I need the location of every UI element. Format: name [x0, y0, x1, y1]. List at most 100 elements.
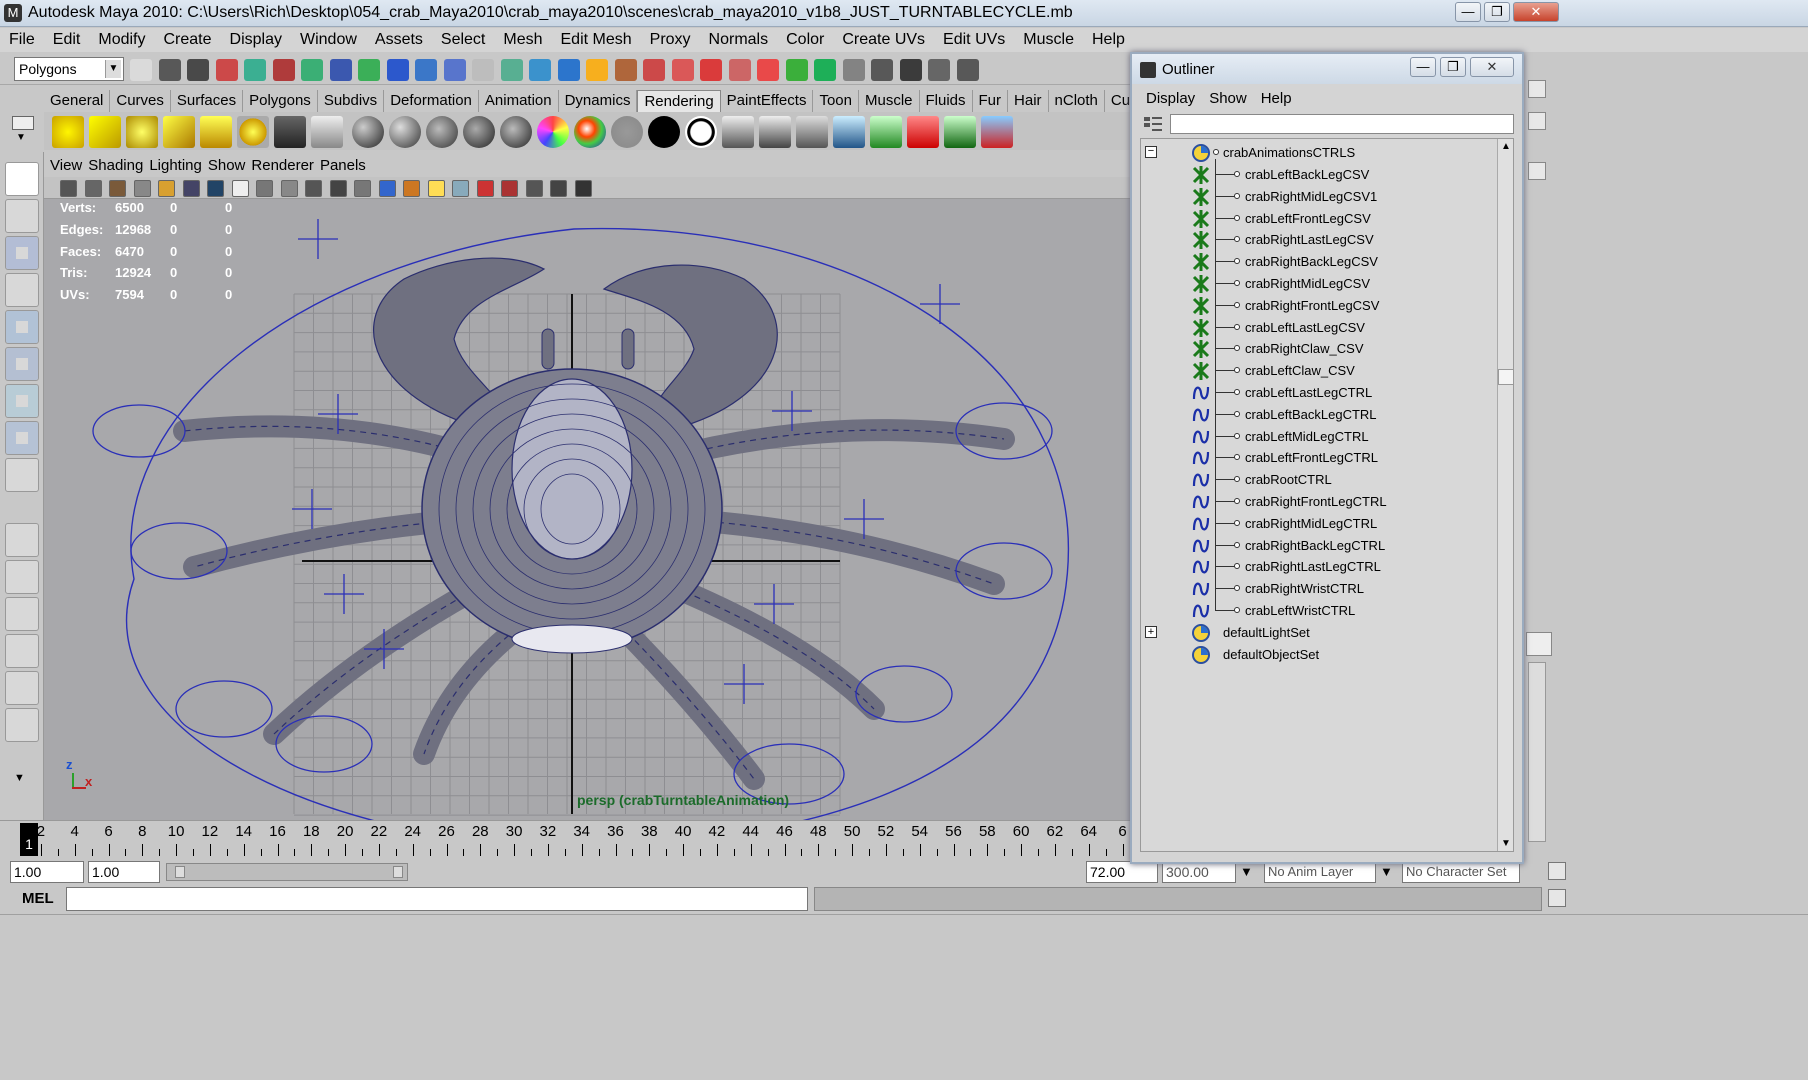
crab-leg-mesh[interactable] [663, 508, 1005, 595]
single-pane-layout-icon[interactable] [5, 523, 39, 557]
panel-menu-panels[interactable]: Panels [320, 155, 366, 176]
menu-file[interactable]: File [0, 28, 44, 52]
anisotropic-sphere-icon[interactable] [500, 116, 532, 148]
directional-light-icon[interactable] [89, 116, 121, 148]
panel-tool-icon[interactable] [158, 180, 175, 197]
mel-label[interactable]: MEL [22, 890, 54, 907]
status-tool-icon[interactable] [187, 59, 209, 81]
status-tool-icon[interactable] [244, 59, 266, 81]
scroll-down-icon[interactable]: ▼ [1501, 838, 1511, 849]
menu-select[interactable]: Select [432, 28, 494, 52]
hypershade-icon[interactable] [833, 116, 865, 148]
status-tool-icon[interactable] [443, 59, 466, 81]
outliner-item[interactable]: crabLeftClaw_CSV [1141, 360, 1491, 381]
shelf-tab-fur[interactable]: Fur [973, 90, 1009, 112]
lambert-sphere-icon[interactable] [426, 116, 458, 148]
outliner-layout-icon[interactable] [5, 671, 39, 705]
panel-tool-icon[interactable] [452, 180, 469, 197]
outliner-minimize-button[interactable]: — [1410, 57, 1436, 77]
menu-create[interactable]: Create [154, 28, 220, 52]
outliner-item-set[interactable]: + defaultLightSet [1141, 622, 1491, 643]
phong-sphere-icon[interactable] [389, 116, 421, 148]
delete-icon[interactable] [907, 116, 939, 148]
panel-tool-icon[interactable] [403, 180, 420, 197]
status-tool-icon[interactable] [842, 59, 865, 81]
status-tool-icon[interactable] [899, 59, 922, 81]
status-tool-icon[interactable] [301, 59, 323, 81]
ipr-render-icon[interactable] [759, 116, 791, 148]
locator-icon[interactable] [920, 284, 960, 324]
lasso-tool-icon[interactable] [5, 199, 39, 233]
render-region-icon[interactable] [311, 116, 343, 148]
layer-icon[interactable] [1526, 632, 1552, 656]
outliner-item[interactable]: crabRightFrontLegCSV [1141, 295, 1491, 316]
start-time-field[interactable]: 1.00 [10, 861, 84, 883]
status-tool-icon[interactable] [928, 59, 950, 81]
outliner-item-set[interactable]: defaultObjectSet [1141, 644, 1491, 665]
area-light-icon[interactable] [200, 116, 232, 148]
status-tool-icon[interactable] [529, 59, 551, 81]
menu-modify[interactable]: Modify [89, 28, 154, 52]
outliner-item[interactable]: crabRootCTRL [1141, 469, 1491, 490]
range-slider[interactable] [166, 863, 408, 881]
panel-icon[interactable] [1528, 112, 1546, 130]
chevron-down-icon[interactable]: ▼ [1380, 864, 1393, 879]
phonge-sphere-icon[interactable] [463, 116, 495, 148]
panel-tool-icon[interactable] [109, 180, 126, 197]
playback-end-field[interactable]: 72.00 [1086, 861, 1158, 883]
panel-tool-icon[interactable] [550, 180, 567, 197]
status-tool-icon[interactable] [386, 59, 409, 81]
point-light-icon[interactable] [126, 116, 158, 148]
time-slider[interactable]: 2 4 6 8 10 12 14 16 18 20 22 24 26 28 30 32 34 36 38 40 42 44… [0, 820, 1130, 860]
graph-layout-icon[interactable] [5, 634, 39, 668]
shelf-tab-fluids[interactable]: Fluids [920, 90, 973, 112]
panel-icon[interactable] [1528, 80, 1546, 98]
chevron-down-icon[interactable]: ▼ [1240, 864, 1253, 879]
script-editor-icon[interactable] [1548, 889, 1566, 907]
shelf-tab-general[interactable]: General [44, 90, 111, 112]
current-frame-marker[interactable]: 1 [20, 823, 38, 856]
panel-icon[interactable] [1528, 162, 1546, 180]
status-tool-icon[interactable] [557, 59, 580, 81]
character-set-dropdown[interactable]: No Character Set [1402, 861, 1520, 883]
leg-control-curve[interactable] [92, 404, 186, 458]
menu-create-uvs[interactable]: Create UVs [833, 28, 934, 52]
outliner-item[interactable]: crabRightMidLegCTRL [1141, 513, 1491, 534]
outliner-tree[interactable]: ▲ ▼ − crabAnimationsCTRLS crabLeftBackLegC… [1140, 138, 1514, 852]
outliner-item[interactable]: crabLeftLastLegCTRL [1141, 382, 1491, 403]
menu-muscle[interactable]: Muscle [1014, 28, 1083, 52]
menu-normals[interactable]: Normals [700, 28, 778, 52]
status-tool-icon[interactable] [415, 59, 437, 81]
status-tool-icon[interactable] [814, 59, 836, 81]
panel-tool-icon[interactable] [354, 180, 371, 197]
status-tool-icon[interactable] [215, 59, 238, 81]
status-tool-icon[interactable] [358, 59, 380, 81]
render-icon[interactable] [722, 116, 754, 148]
outliner-maximize-button[interactable]: ❐ [1440, 57, 1466, 77]
use-background-icon[interactable] [648, 116, 680, 148]
shelf-menu-button[interactable]: ▼ [8, 112, 38, 150]
volume-light-icon[interactable] [237, 116, 269, 148]
menu-edit-uvs[interactable]: Edit UVs [934, 28, 1014, 52]
menu-window[interactable]: Window [291, 28, 366, 52]
panel-tool-icon[interactable] [60, 180, 77, 197]
menu-proxy[interactable]: Proxy [641, 28, 700, 52]
scroll-up-icon[interactable]: ▲ [1501, 141, 1511, 152]
crab-leg-mesh[interactable] [653, 419, 1015, 470]
outliner-item[interactable]: crabRightMidLegCSV [1141, 273, 1491, 294]
layer-scrollbar[interactable] [1528, 662, 1546, 842]
status-tool-icon[interactable] [643, 59, 665, 81]
outliner-menu-show[interactable]: Show [1209, 90, 1247, 107]
universal-manip-icon[interactable] [5, 384, 39, 418]
command-input[interactable] [66, 887, 808, 911]
locator-icon[interactable] [298, 219, 338, 259]
shelf-tab-surfaces[interactable]: Surfaces [171, 90, 244, 112]
scroll-thumb[interactable] [1498, 369, 1513, 385]
outliner-filter-input[interactable] [1170, 114, 1514, 134]
shelf-tab-polygons[interactable]: Polygons [243, 90, 318, 112]
paint-select-icon[interactable] [5, 236, 39, 270]
outliner-scrollbar[interactable]: ▲ ▼ [1497, 139, 1513, 851]
status-tool-icon[interactable] [500, 59, 523, 81]
panel-tool-icon[interactable] [280, 180, 298, 197]
panel-tool-icon[interactable] [427, 180, 445, 197]
